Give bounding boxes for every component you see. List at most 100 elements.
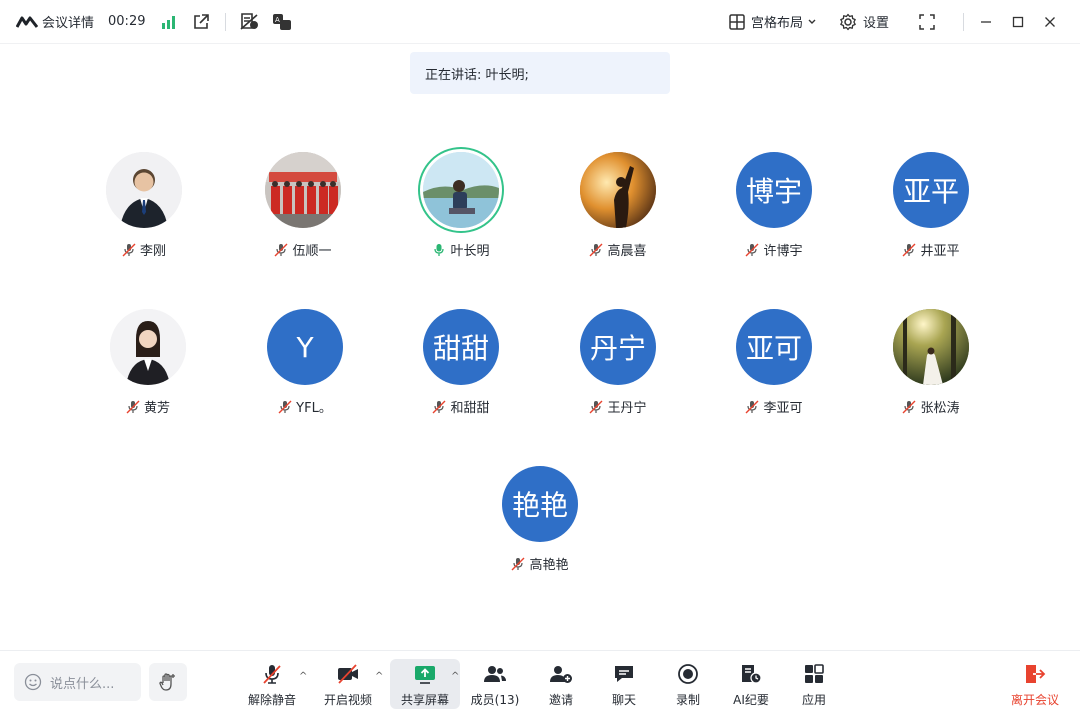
participant-tile[interactable]: 博宇 许博宇 — [714, 152, 834, 262]
avatar: Y — [267, 309, 343, 385]
fullscreen-icon[interactable] — [911, 6, 943, 38]
mic-muted-icon — [263, 665, 281, 684]
leave-icon — [1026, 665, 1046, 683]
members-icon — [484, 666, 506, 682]
unmute-button[interactable]: 解除静音 — [239, 659, 305, 709]
members-button[interactable]: 成员(13) — [462, 659, 528, 709]
avatar — [106, 152, 182, 228]
share-screen-icon — [415, 666, 435, 684]
participant-name: YFL。 — [296, 401, 332, 416]
participant-tile[interactable]: 李刚 — [84, 152, 204, 262]
invite-icon — [550, 666, 572, 683]
mic-active-icon — [434, 243, 445, 256]
mic-muted-icon — [126, 400, 140, 413]
minimize-icon[interactable] — [970, 6, 1002, 38]
video-options-caret[interactable]: ^ — [375, 671, 383, 682]
participant-tile[interactable]: 艳艳 高艳艳 — [480, 466, 600, 576]
participant-name: 黄芳 — [143, 401, 170, 416]
gear-icon — [840, 13, 856, 30]
participant-tile[interactable]: 黄芳 — [88, 309, 208, 419]
chat-placeholder: 说点什么... — [50, 676, 115, 692]
raise-hand-icon — [159, 673, 175, 691]
participant-tile[interactable]: 叶长明 — [401, 152, 521, 262]
mic-muted-icon — [589, 400, 603, 413]
meeting-timer: 00:29 — [108, 14, 146, 29]
participant-tile[interactable]: 伍顺一 — [243, 152, 363, 262]
participant-tile[interactable]: 张松涛 — [871, 309, 991, 419]
avatar — [893, 309, 969, 385]
ai-minutes-icon — [742, 665, 762, 684]
participant-tile[interactable]: 高晨喜 — [558, 152, 678, 262]
bottom-toolbar: 说点什么... 解除静音 ^ 开启视频 ^ 共享屏幕 ^ 成员(13) 邀请 聊… — [0, 650, 1080, 714]
maximize-icon[interactable] — [1002, 6, 1034, 38]
avatar: 亚可 — [736, 309, 812, 385]
share-screen-button[interactable]: 共享屏幕 — [390, 659, 460, 709]
participant-name: 许博宇 — [763, 244, 803, 259]
chat-button[interactable]: 聊天 — [591, 659, 657, 709]
mic-muted-icon — [745, 400, 759, 413]
participant-name: 李亚可 — [763, 401, 803, 416]
mic-muted-icon — [278, 400, 292, 413]
divider — [225, 12, 227, 31]
app-logo-icon — [16, 16, 38, 28]
video-off-icon — [338, 664, 358, 684]
mic-muted-icon — [511, 557, 525, 570]
avatar — [580, 152, 656, 228]
avatar: 博宇 — [736, 152, 812, 228]
divider — [963, 12, 964, 31]
participant-tile[interactable]: 亚可 李亚可 — [714, 309, 834, 419]
participant-tile[interactable]: 亚平 井亚平 — [871, 152, 991, 262]
participant-name: 王丹宁 — [607, 401, 647, 416]
record-button[interactable]: 录制 — [655, 659, 721, 709]
mic-muted-icon — [589, 243, 603, 256]
avatar: 亚平 — [893, 152, 969, 228]
chat-icon — [615, 666, 633, 682]
participant-name: 张松涛 — [920, 401, 960, 416]
signal-icon[interactable] — [159, 12, 179, 32]
translate-icon[interactable]: A — [272, 12, 292, 32]
invite-button[interactable]: 邀请 — [528, 659, 594, 709]
settings-label: 设置 — [862, 16, 889, 31]
mic-muted-icon — [274, 243, 288, 256]
leave-meeting-button[interactable]: 离开会议 — [1000, 659, 1070, 709]
participant-tile[interactable]: Y YFL。 — [245, 309, 365, 419]
mic-muted-icon — [432, 400, 446, 413]
emoji-icon[interactable] — [24, 673, 42, 691]
participant-name: 和甜甜 — [450, 401, 490, 416]
meeting-details-link[interactable]: 会议详情 — [42, 12, 94, 31]
share-options-caret[interactable]: ^ — [451, 671, 459, 682]
participant-name: 井亚平 — [920, 244, 960, 259]
meeting-file-icon[interactable] — [240, 12, 260, 32]
avatar-speaking — [423, 152, 499, 228]
mic-muted-icon — [902, 243, 916, 256]
start-video-button[interactable]: 开启视频 — [315, 659, 381, 709]
apps-button[interactable]: 应用 — [781, 659, 847, 709]
raise-hand-button[interactable] — [149, 663, 187, 701]
meeting-window: 会议详情 00:29 A 宫格布局 设置 正在讲话: 叶长明; 李刚 伍顺一 叶… — [0, 0, 1080, 714]
participant-name: 李刚 — [139, 244, 166, 259]
participant-tile[interactable]: 甜甜 和甜甜 — [401, 309, 521, 419]
participant-name: 伍顺一 — [292, 244, 332, 259]
apps-icon — [805, 664, 824, 683]
mic-muted-icon — [122, 243, 136, 256]
chat-input[interactable]: 说点什么... — [14, 663, 141, 701]
settings-button[interactable]: 设置 — [839, 12, 889, 31]
close-icon[interactable] — [1034, 6, 1066, 38]
top-bar: 会议详情 00:29 A 宫格布局 设置 — [0, 0, 1080, 44]
unmute-options-caret[interactable]: ^ — [299, 671, 307, 682]
speaking-indicator: 正在讲话: 叶长明; — [410, 52, 670, 94]
layout-dropdown[interactable]: 宫格布局 — [729, 12, 817, 31]
avatar: 丹宁 — [580, 309, 656, 385]
participant-name: 高艳艳 — [529, 558, 569, 573]
ai-minutes-button[interactable]: AI纪要 — [718, 659, 784, 709]
avatar: 艳艳 — [502, 466, 578, 542]
svg-text:A: A — [275, 16, 280, 24]
share-link-icon[interactable] — [191, 12, 211, 32]
chevron-down-icon — [808, 19, 816, 24]
mic-muted-icon — [902, 400, 916, 413]
participant-name: 叶长明 — [450, 244, 490, 259]
avatar — [265, 152, 341, 228]
grid-layout-icon — [729, 13, 745, 30]
participant-tile[interactable]: 丹宁 王丹宁 — [558, 309, 678, 419]
speaking-text: 正在讲话: 叶长明; — [425, 67, 529, 83]
